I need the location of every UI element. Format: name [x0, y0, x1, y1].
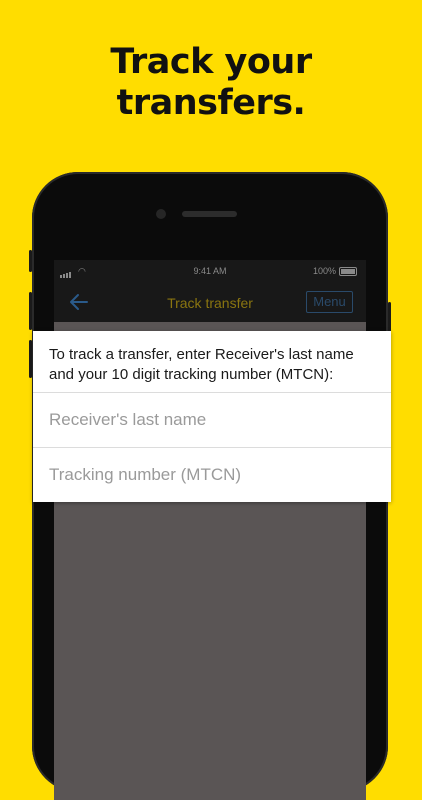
mute-switch: [29, 250, 32, 272]
menu-button[interactable]: Menu: [306, 291, 353, 313]
last-name-placeholder: Receiver's last name: [49, 410, 207, 429]
headline-line-2: transfers.: [116, 83, 306, 123]
headline: Track your transfers.: [0, 42, 422, 124]
headline-line-1: Track your: [110, 42, 312, 82]
instruction-line-2: and your 10 digit tracking number (MTCN)…: [49, 366, 334, 383]
battery-icon: [339, 267, 357, 276]
track-transfer-form: To track a transfer, enter Receiver's la…: [33, 331, 391, 502]
earpiece-speaker: [182, 211, 237, 217]
front-camera: [156, 209, 166, 219]
mtcn-placeholder: Tracking number (MTCN): [49, 465, 242, 484]
status-bar: ◠ 9:41 AM 100%: [54, 260, 366, 282]
form-instructions: To track a transfer, enter Receiver's la…: [33, 331, 391, 391]
instruction-line-1: To track a transfer, enter Receiver's la…: [49, 346, 354, 363]
mtcn-field[interactable]: Tracking number (MTCN): [33, 447, 391, 502]
volume-down-button: [29, 340, 32, 378]
last-name-field[interactable]: Receiver's last name: [33, 392, 391, 447]
battery-percent: 100%: [312, 266, 336, 276]
volume-up-button: [29, 292, 32, 330]
nav-bar: Track transfer Menu: [54, 282, 366, 322]
